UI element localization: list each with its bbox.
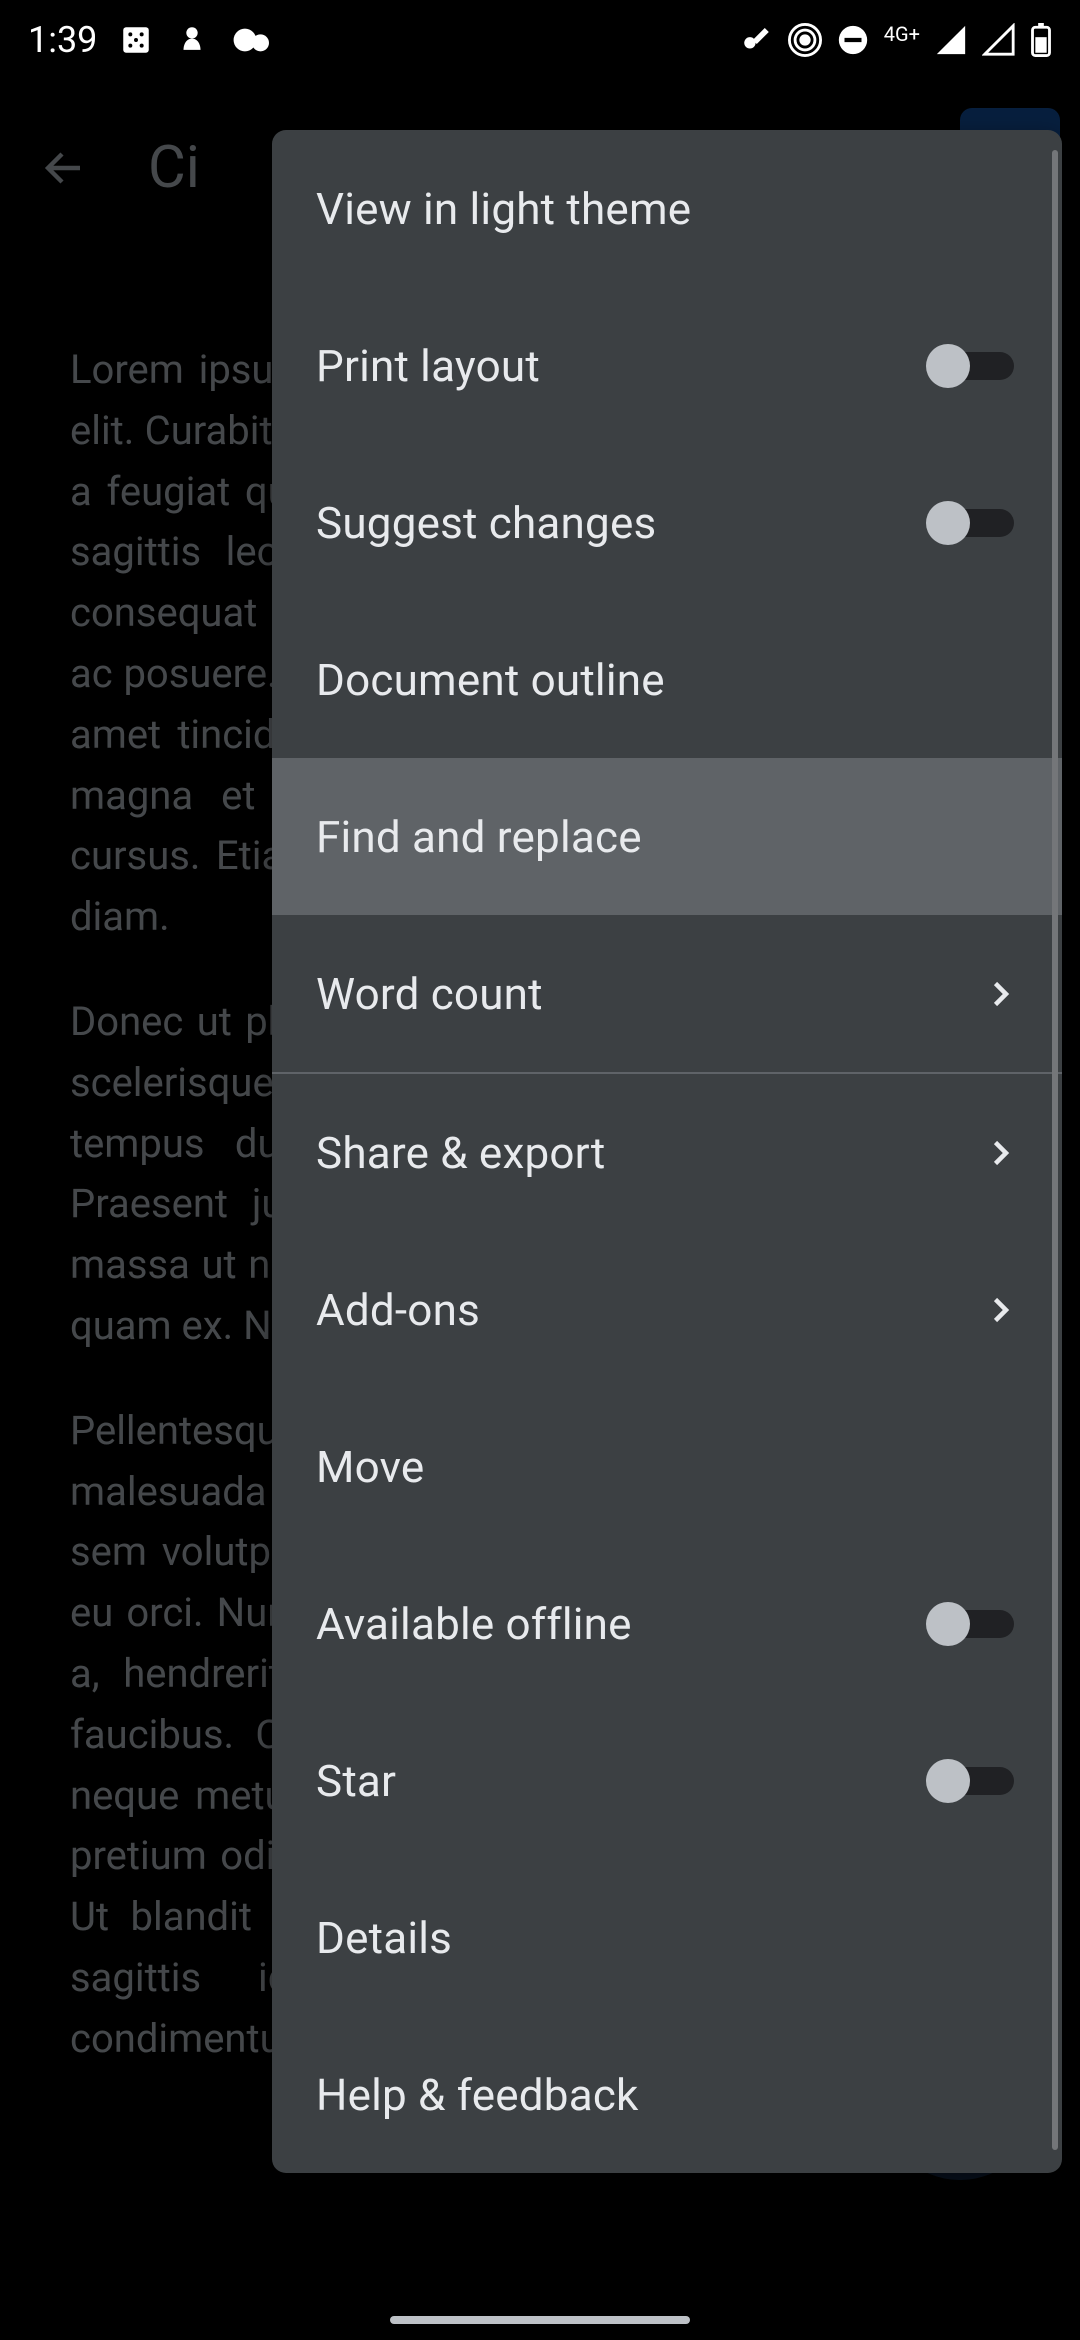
star-toggle[interactable] (926, 1759, 1018, 1803)
menu-suggest-changes[interactable]: Suggest changes (272, 444, 1062, 601)
status-time: 1:39 (28, 19, 97, 61)
menu-share-export[interactable]: Share & export (272, 1074, 1062, 1231)
chevron-right-icon (982, 1135, 1018, 1171)
menu-details[interactable]: Details (272, 1859, 1062, 2016)
menu-document-outline[interactable]: Document outline (272, 601, 1062, 758)
menu-label: Move (316, 1441, 424, 1493)
menu-label: Suggest changes (316, 497, 656, 549)
menu-label: Available offline (316, 1598, 632, 1650)
app-icon-2 (175, 23, 209, 57)
status-bar: 1:39 4G+ (0, 0, 1080, 80)
battery-icon (1030, 23, 1052, 57)
chevron-right-icon (982, 1292, 1018, 1328)
signal-icon-2 (982, 23, 1016, 57)
menu-addons[interactable]: Add-ons (272, 1231, 1062, 1388)
menu-scrollbar[interactable] (1052, 150, 1058, 2150)
nav-home-pill[interactable] (390, 2316, 690, 2324)
menu-label: View in light theme (316, 183, 691, 235)
menu-print-layout[interactable]: Print layout (272, 287, 1062, 444)
signal-icon-1 (934, 23, 968, 57)
menu-label: Star (316, 1755, 396, 1807)
menu-label: Find and replace (316, 811, 642, 863)
status-right: 4G+ (740, 23, 1052, 57)
overflow-menu: View in light theme Print layout Suggest… (272, 130, 1062, 2173)
app-icon-3 (231, 23, 273, 57)
vpn-key-icon (740, 23, 774, 57)
menu-label: Help & feedback (316, 2069, 639, 2121)
suggest-changes-toggle[interactable] (926, 501, 1018, 545)
dnd-icon (836, 23, 870, 57)
menu-label: Share & export (316, 1127, 605, 1179)
menu-label: Add-ons (316, 1284, 480, 1336)
menu-label: Word count (316, 968, 543, 1020)
menu-view-light-theme[interactable]: View in light theme (272, 130, 1062, 287)
available-offline-toggle[interactable] (926, 1602, 1018, 1646)
menu-find-replace[interactable]: Find and replace (272, 758, 1062, 915)
app-icon-1 (119, 23, 153, 57)
menu-help-feedback[interactable]: Help & feedback (272, 2016, 1062, 2173)
status-left: 1:39 (28, 19, 273, 61)
print-layout-toggle[interactable] (926, 344, 1018, 388)
menu-star[interactable]: Star (272, 1702, 1062, 1859)
menu-label: Details (316, 1912, 452, 1964)
hotspot-icon (788, 23, 822, 57)
menu-label: Document outline (316, 654, 665, 706)
menu-label: Print layout (316, 340, 540, 392)
network-type: 4G+ (884, 22, 920, 46)
menu-available-offline[interactable]: Available offline (272, 1545, 1062, 1702)
chevron-right-icon (982, 976, 1018, 1012)
menu-word-count[interactable]: Word count (272, 915, 1062, 1072)
menu-move[interactable]: Move (272, 1388, 1062, 1545)
